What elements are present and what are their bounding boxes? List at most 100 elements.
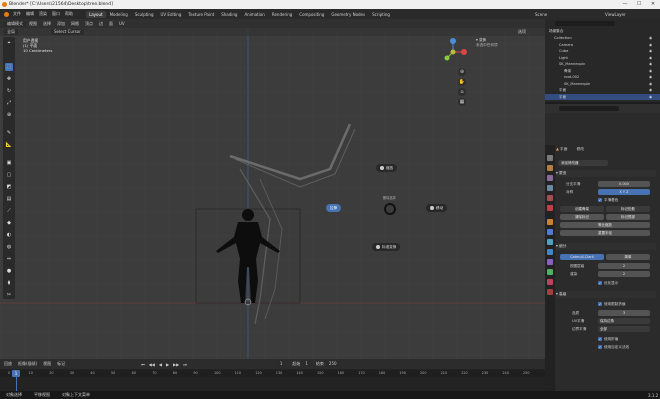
- uv-smooth-select[interactable]: 保持边角: [598, 318, 650, 324]
- clear-mark-button[interactable]: 清除标记: [560, 214, 604, 220]
- blender-menu-icon[interactable]: [4, 11, 9, 17]
- transform-icon[interactable]: ⊕: [5, 111, 13, 119]
- poly-build-icon[interactable]: ◆: [5, 219, 13, 227]
- navigation-gizmo[interactable]: [440, 38, 468, 66]
- rip-icon[interactable]: ✂: [5, 291, 13, 299]
- end-frame-field[interactable]: 250: [325, 361, 340, 367]
- use-limit-crease-checkbox[interactable]: ✓: [598, 302, 602, 306]
- cursor-icon[interactable]: ⌖: [5, 39, 13, 47]
- visibility-eye-icon[interactable]: ◉: [649, 55, 652, 61]
- visibility-eye-icon[interactable]: ◉: [649, 74, 652, 80]
- inset-icon[interactable]: ▢: [5, 171, 13, 179]
- zoom-icon[interactable]: ⊕: [458, 68, 466, 76]
- constraints-tab-icon[interactable]: [547, 259, 553, 265]
- view-layer-selector[interactable]: ViewLayer: [605, 12, 626, 17]
- jump-end-icon[interactable]: ⏭: [183, 362, 187, 367]
- menu-item[interactable]: 文件: [13, 11, 21, 17]
- current-frame-field[interactable]: 1: [276, 361, 286, 367]
- start-frame-field[interactable]: 1: [302, 361, 311, 367]
- prev-key-icon[interactable]: ◀◀: [149, 362, 155, 367]
- viewport-menu-item[interactable]: UV: [119, 21, 125, 27]
- workspace-tab[interactable]: Rendering: [269, 11, 295, 18]
- menu-item[interactable]: 编辑: [26, 11, 34, 17]
- pie-standard-transform-button[interactable]: 标准变换: [372, 243, 401, 251]
- workspace-tab[interactable]: Scripting: [369, 11, 393, 18]
- workspace-tab[interactable]: Shading: [218, 11, 240, 18]
- texture-tab-icon[interactable]: [547, 289, 553, 295]
- outliner-item[interactable]: 平面 ◉: [545, 93, 660, 100]
- smooth-shading-checkbox[interactable]: ✓: [598, 198, 602, 202]
- workspace-tab[interactable]: Compositing: [296, 11, 327, 18]
- select-box-icon[interactable]: ⬚: [5, 63, 13, 71]
- visibility-eye-icon[interactable]: ◉: [649, 81, 652, 87]
- workspace-tab[interactable]: Texture Paint: [185, 11, 217, 18]
- viewport-menu-item[interactable]: 添加: [57, 21, 65, 27]
- world-tab-icon[interactable]: [547, 205, 553, 211]
- pan-icon[interactable]: ✋: [458, 78, 466, 86]
- render-levels-field[interactable]: 2: [598, 271, 650, 277]
- outliner-item[interactable]: Cube ◉: [545, 48, 660, 54]
- pie-scale-button[interactable]: 缩放: [376, 164, 398, 172]
- bevel-icon[interactable]: ◩: [5, 183, 13, 191]
- visibility-eye-icon[interactable]: ◉: [649, 61, 652, 67]
- skin-modifier-header[interactable]: ▾ 蒙皮: [556, 170, 656, 177]
- outliner-item[interactable]: root.002 ◉: [545, 74, 660, 80]
- material-tab-icon[interactable]: [547, 279, 553, 285]
- camera-view-icon[interactable]: ⌂: [458, 88, 466, 96]
- outliner-search-input[interactable]: [555, 21, 615, 26]
- mode-selector[interactable]: 编辑模式: [4, 20, 26, 27]
- jump-start-icon[interactable]: ⏮: [141, 362, 145, 367]
- viewport-menu-item[interactable]: 面: [109, 21, 113, 27]
- custom-normals-checkbox[interactable]: ✓: [598, 345, 602, 349]
- object-tab-icon[interactable]: [547, 219, 553, 225]
- use-crease-checkbox[interactable]: ✓: [598, 337, 602, 341]
- pie-extrude-button[interactable]: 拉伸: [326, 204, 342, 212]
- properties-search-input[interactable]: [559, 106, 619, 111]
- extrude-icon[interactable]: ▣: [5, 159, 13, 167]
- smooth-icon[interactable]: ◍: [5, 243, 13, 251]
- outliner-item[interactable]: 骨架 ◉: [545, 68, 660, 74]
- visibility-eye-icon[interactable]: ◉: [649, 35, 652, 41]
- knife-icon[interactable]: ⟋: [5, 207, 13, 215]
- physics-tab-icon[interactable]: [547, 249, 553, 255]
- mark-loose-button[interactable]: 标记松散: [606, 206, 650, 212]
- viewport-menu-item[interactable]: 网格: [71, 21, 79, 27]
- annotate-icon[interactable]: ✎: [5, 129, 13, 137]
- create-armature-button[interactable]: 创建骨架: [560, 206, 604, 212]
- menu-item[interactable]: 渲染: [39, 11, 47, 17]
- scene-selector[interactable]: Scene: [535, 12, 547, 17]
- maximize-button[interactable]: ☐: [632, 0, 646, 9]
- scale-icon[interactable]: ⤢: [5, 99, 13, 107]
- snap-selector[interactable]: Select Cursor: [51, 29, 84, 35]
- output-tab-icon[interactable]: [547, 175, 553, 181]
- reset-radii-button[interactable]: 重置半径: [560, 230, 650, 236]
- tool-tab-icon[interactable]: [547, 155, 553, 161]
- workspace-tab[interactable]: Layout: [86, 10, 106, 18]
- outliner-item[interactable]: Collection ◉: [545, 35, 660, 41]
- menu-item[interactable]: 窗口: [52, 11, 60, 17]
- viewport-menu-item[interactable]: 边: [99, 21, 103, 27]
- minimize-button[interactable]: —: [618, 0, 632, 9]
- viewport-menu-item[interactable]: 顶点: [85, 21, 93, 27]
- outliner-item[interactable]: SK_Mannequin ◉: [545, 81, 660, 87]
- outliner-item[interactable]: SK_Mannequin ◉: [545, 61, 660, 67]
- spin-icon[interactable]: ◐: [5, 231, 13, 239]
- timeline-menu-item[interactable]: 视图: [43, 361, 51, 367]
- viewport-menu-item[interactable]: 选择: [43, 21, 51, 27]
- ortho-toggle-icon[interactable]: ▦: [458, 98, 466, 106]
- add-modifier-button[interactable]: 添加修改器: [558, 160, 608, 166]
- render-tab-icon[interactable]: [547, 165, 553, 171]
- viewport-levels-field[interactable]: 2: [598, 263, 650, 269]
- subdivision-modifier-header[interactable]: ▾ 细分: [556, 243, 656, 250]
- rotate-icon[interactable]: ↻: [5, 87, 13, 95]
- play-icon[interactable]: ▶: [166, 362, 169, 367]
- edge-slide-icon[interactable]: ⇔: [5, 255, 13, 263]
- boundary-smooth-select[interactable]: 全部: [598, 326, 650, 332]
- playhead[interactable]: 1: [12, 370, 20, 377]
- workspace-tab[interactable]: Animation: [241, 11, 267, 18]
- mark-root-button[interactable]: 标记根部: [606, 214, 650, 220]
- visibility-eye-icon[interactable]: ◉: [649, 94, 652, 100]
- viewport-menu-item[interactable]: 视图: [29, 21, 37, 27]
- particles-tab-icon[interactable]: [547, 239, 553, 245]
- timeline-menu-item[interactable]: 标记: [57, 361, 65, 367]
